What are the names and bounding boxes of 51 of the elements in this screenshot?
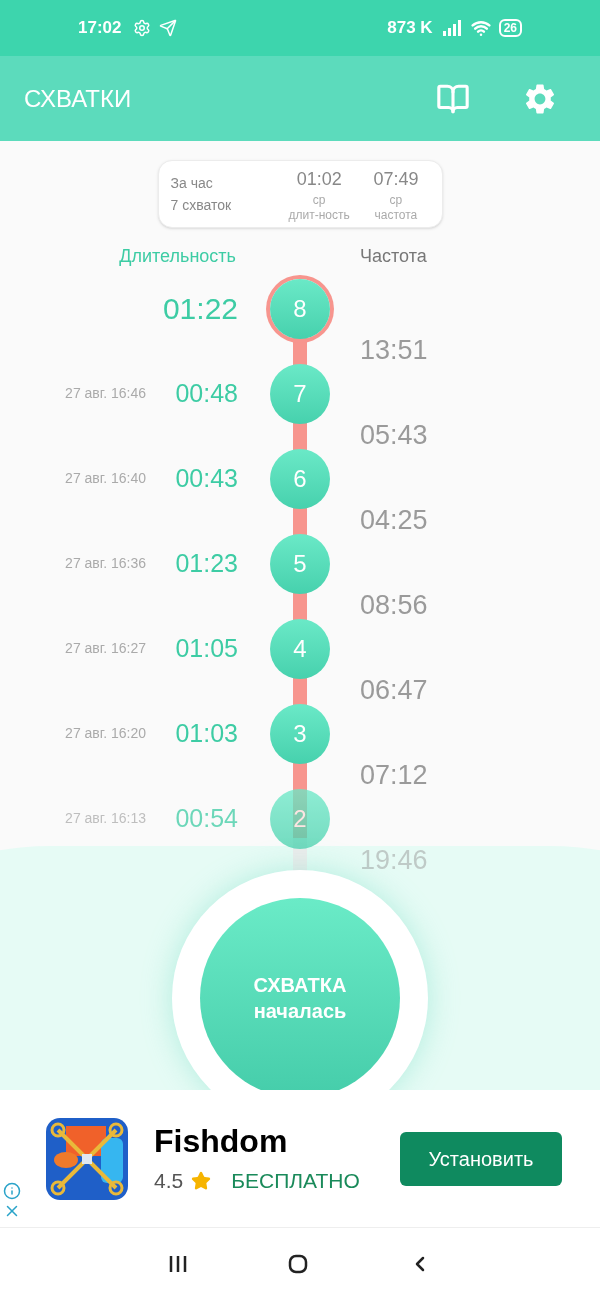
install-button[interactable]: Установить (400, 1131, 562, 1186)
recent-apps-icon[interactable] (168, 1254, 188, 1273)
contraction-date: 27 авг. 16:36 (64, 554, 146, 573)
wifi-icon (470, 18, 491, 38)
average-duration-label: ср длит-ность (288, 192, 350, 223)
contraction-interval: 13:51 (360, 334, 428, 368)
column-header: Длительность (118, 246, 237, 266)
contraction-bead: 3 (270, 703, 330, 764)
contraction-bead: 5 (270, 533, 330, 594)
contraction-date: 27 авг. 16:46 (64, 384, 146, 403)
contraction-bead: 6 (270, 448, 330, 509)
contraction-duration: 00:48 (174, 377, 238, 409)
home-icon[interactable] (288, 1253, 308, 1274)
contraction-duration: 00:43 (174, 462, 238, 494)
contraction-duration: 00:54 (174, 802, 238, 834)
contraction-bead: 4 (270, 618, 330, 679)
contraction-interval: 06:47 (360, 674, 428, 708)
settings-icon (133, 19, 152, 37)
contraction-date: 27 авг. 16:27 (64, 639, 146, 658)
contraction-date: 27 авг. 16:40 (64, 469, 146, 488)
battery-icon: 26 (498, 19, 522, 37)
ad-price: БЕСПЛАТНО (231, 1167, 360, 1194)
info-icon[interactable] (3, 1182, 21, 1200)
column-header: Частота (359, 246, 427, 266)
summary-count: 7 схваток (170, 196, 233, 215)
contraction-duration: 01:23 (174, 547, 238, 579)
contraction-interval: 05:43 (360, 419, 428, 453)
contraction-duration: 01:05 (174, 632, 238, 664)
contraction-bead: 2 (270, 788, 330, 849)
contraction-date: 27 авг. 16:13 (64, 809, 146, 828)
summary-period: За час (170, 174, 214, 193)
contraction-duration: 01:03 (174, 717, 238, 749)
app-title: СХВАТКИ (24, 83, 132, 114)
contraction-interval: 07:12 (360, 759, 428, 793)
average-frequency-label: ср частота (374, 192, 418, 223)
telegram-icon (159, 19, 178, 37)
contraction-date: 27 авг. 16:20 (64, 724, 146, 743)
contraction-duration: 01:22 (161, 291, 238, 327)
contraction-interval: 08:56 (360, 589, 428, 623)
ad-title: Fishdom (154, 1121, 289, 1161)
ad-rating: 4.5 (154, 1167, 184, 1194)
signal-icon (440, 20, 463, 36)
contraction-bead: 7 (270, 363, 330, 424)
network-speed: 873 K (387, 17, 433, 40)
contraction-bead: 8 (270, 278, 330, 339)
clock: 17:02 (78, 17, 122, 40)
app-icon (46, 1117, 128, 1200)
contraction-interval: 04:25 (360, 504, 428, 538)
star-icon (191, 1170, 212, 1191)
average-duration: 01:02 (296, 167, 342, 191)
average-frequency: 07:49 (373, 167, 419, 191)
